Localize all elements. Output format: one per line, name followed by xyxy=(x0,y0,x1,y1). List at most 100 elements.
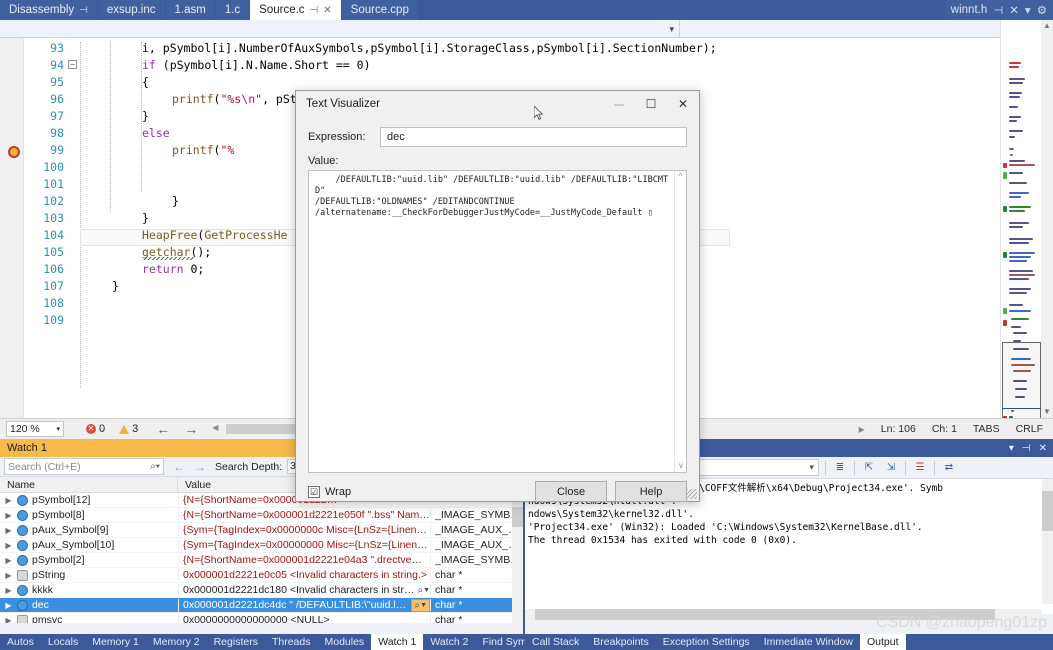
warning-count-badge[interactable]: 3 xyxy=(119,423,138,435)
tab-disassembly[interactable]: Disassembly ⊣ xyxy=(0,0,98,20)
table-row[interactable]: ▶ pAux_Symbol[10] {Sym={TagIndex=0x000000… xyxy=(0,538,523,553)
variable-icon xyxy=(17,539,28,551)
tab-memory-1[interactable]: Memory 1 xyxy=(85,634,146,650)
tab-1-asm[interactable]: 1.asm xyxy=(165,0,216,20)
table-row[interactable]: ▶ pmsvc 0x0000000000000000 <NULL> char * xyxy=(0,613,523,623)
tab-1-c[interactable]: 1.c xyxy=(215,0,251,20)
tab-breakpoints[interactable]: Breakpoints xyxy=(586,634,655,650)
editor-vertical-scrollbar[interactable]: ▲ ▼ xyxy=(1041,20,1053,418)
tab-label: 1.asm xyxy=(174,4,206,16)
close-button[interactable]: Close xyxy=(535,481,607,502)
string-visualizer-button[interactable]: ⌕ ▼ xyxy=(417,585,430,596)
value-vertical-scrollbar[interactable]: ^ v xyxy=(674,171,686,472)
maximize-icon[interactable]: ☐ xyxy=(635,91,667,117)
close-icon[interactable]: ✕ xyxy=(1039,443,1047,454)
string-visualizer-button[interactable]: ⌕ ▼ xyxy=(411,598,430,612)
row-expander-icon[interactable]: ▶ xyxy=(4,586,13,595)
table-row[interactable]: ▶ pAux_Symbol[9] {Sym={TagIndex=0x0000000… xyxy=(0,523,523,538)
pin-icon[interactable]: ⊣ xyxy=(79,5,88,16)
row-expander-icon[interactable]: ▶ xyxy=(4,496,13,505)
row-expander-icon[interactable]: ▶ xyxy=(4,556,13,565)
row-expander-icon[interactable]: ▶ xyxy=(4,526,13,535)
navigate-back-icon[interactable]: ← xyxy=(156,421,170,437)
tab-watch-2[interactable]: Watch 2 xyxy=(423,634,475,650)
scroll-up-icon[interactable]: ▲ xyxy=(1041,20,1053,32)
scrollbar-thumb[interactable] xyxy=(512,507,523,527)
pin-icon[interactable]: ⊣ xyxy=(1022,443,1031,454)
scroll-down-icon[interactable]: v xyxy=(675,460,686,472)
expression-input[interactable]: dec xyxy=(380,127,687,147)
down-icon[interactable]: ⇲ xyxy=(883,460,899,476)
help-button[interactable]: Help xyxy=(615,481,687,502)
close-icon[interactable]: ✕ xyxy=(667,91,699,117)
tab-output[interactable]: Output xyxy=(859,634,906,650)
search-prev-icon[interactable]: ← xyxy=(173,460,185,474)
editor-minimap[interactable] xyxy=(1000,20,1041,418)
table-row-selected[interactable]: ▶ dec 0x000001d2221dc4dc " /DEFAULTLIB:\"… xyxy=(0,598,523,613)
dialog-title-bar[interactable]: Text Visualizer ─ ☐ ✕ xyxy=(296,91,699,117)
error-count-badge[interactable]: ✕ 0 xyxy=(86,423,105,435)
tab-registers[interactable]: Registers xyxy=(207,634,265,650)
table-row[interactable]: ▶ pSymbol[8] {N={ShortName=0x000001d2221e… xyxy=(0,508,523,523)
tab-autos[interactable]: Autos xyxy=(0,634,41,650)
minimize-icon[interactable]: ─ xyxy=(603,91,635,117)
scroll-up-icon[interactable]: ^ xyxy=(675,171,686,183)
tab-memory-2[interactable]: Memory 2 xyxy=(146,634,207,650)
chevron-down-icon[interactable]: ▾ xyxy=(1025,3,1031,17)
tab-winnt-h[interactable]: winnt.h ⊣ ✕ ▾ ⚙ xyxy=(944,0,1053,20)
fold-collapse-icon[interactable]: − xyxy=(68,60,77,69)
wrap-icon[interactable]: ⇄ xyxy=(941,460,957,476)
close-icon[interactable]: ✕ xyxy=(323,5,331,16)
list-icon[interactable]: ≣ xyxy=(832,460,848,476)
tab-modules[interactable]: Modules xyxy=(317,634,371,650)
gear-icon[interactable]: ⚙ xyxy=(1037,3,1047,17)
breakpoint-icon[interactable] xyxy=(8,146,20,158)
search-next-icon[interactable]: → xyxy=(194,460,206,474)
tab-immediate-window[interactable]: Immediate Window xyxy=(757,634,860,650)
tab-exception-settings[interactable]: Exception Settings xyxy=(656,634,757,650)
navigate-forward-icon[interactable]: → xyxy=(184,421,198,437)
scroll-down-icon[interactable]: ▼ xyxy=(1041,406,1053,418)
tab-exsup-inc[interactable]: exsup.inc xyxy=(97,0,166,20)
editor-gutter[interactable] xyxy=(0,38,24,418)
tab-threads[interactable]: Threads xyxy=(265,634,318,650)
navbar-member-dropdown[interactable] xyxy=(680,20,1053,38)
table-row[interactable]: ▶ pSymbol[2] {N={ShortName=0x000001d2221e… xyxy=(0,553,523,568)
tab-watch-1[interactable]: Watch 1 xyxy=(371,634,424,650)
navbar-scope-dropdown[interactable]: ▾ xyxy=(0,20,680,38)
watch-vertical-scrollbar[interactable] xyxy=(512,493,523,650)
up-icon[interactable]: ⇱ xyxy=(861,460,877,476)
scrollbar-thumb[interactable] xyxy=(1042,491,1053,531)
chevron-down-icon: ▼ xyxy=(423,586,430,594)
output-vertical-scrollbar[interactable] xyxy=(1042,479,1053,604)
resize-grip[interactable] xyxy=(687,489,697,499)
pin-icon[interactable]: ⊣ xyxy=(993,3,1003,17)
tab-locals[interactable]: Locals xyxy=(41,634,85,650)
clear-icon[interactable]: ☰ xyxy=(912,460,928,476)
row-expander-icon[interactable]: ▶ xyxy=(4,541,13,550)
pin-icon[interactable]: ⊣ xyxy=(310,5,319,16)
scroll-left-icon[interactable]: ◀ xyxy=(212,423,218,432)
value-textarea[interactable]: /DEFAULTLIB:"uuid.lib" /DEFAULTLIB:"uuid… xyxy=(308,170,687,473)
chevron-down-icon[interactable]: ▾ xyxy=(1009,443,1014,454)
line-number: 103 xyxy=(43,211,64,225)
row-expander-icon[interactable]: ▶ xyxy=(4,616,13,624)
search-input[interactable]: Search (Ctrl+E) ⌕▾ xyxy=(4,458,164,475)
tab-call-stack[interactable]: Call Stack xyxy=(525,634,586,650)
row-expander-icon[interactable]: ▶ xyxy=(4,511,13,520)
tab-source-cpp[interactable]: Source.cpp xyxy=(341,0,419,20)
minimap-viewport[interactable] xyxy=(1002,342,1041,418)
column-header-name[interactable]: Name xyxy=(0,477,178,492)
search-icon[interactable]: ⌕▾ xyxy=(150,461,160,472)
row-expander-icon[interactable]: ▶ xyxy=(4,601,13,610)
expand-icon[interactable]: ▶ xyxy=(859,425,865,434)
table-row[interactable]: ▶ kkkk 0x000001d2221dc180 <Invalid charac… xyxy=(0,583,523,598)
tab-source-c[interactable]: Source.c ⊣ ✕ xyxy=(250,0,342,20)
tab-strip-spacer xyxy=(418,0,945,20)
text-visualizer-dialog[interactable]: Text Visualizer ─ ☐ ✕ Expression: dec Va… xyxy=(295,90,700,502)
zoom-level-selector[interactable]: 120 % ▾ xyxy=(6,421,64,437)
table-row[interactable]: ▶ pString 0x000001d2221e0c05 <Invalid cha… xyxy=(0,568,523,583)
wrap-checkbox[interactable]: ☑ Wrap xyxy=(308,485,351,498)
close-icon[interactable]: ✕ xyxy=(1009,3,1019,17)
row-expander-icon[interactable]: ▶ xyxy=(4,571,13,580)
